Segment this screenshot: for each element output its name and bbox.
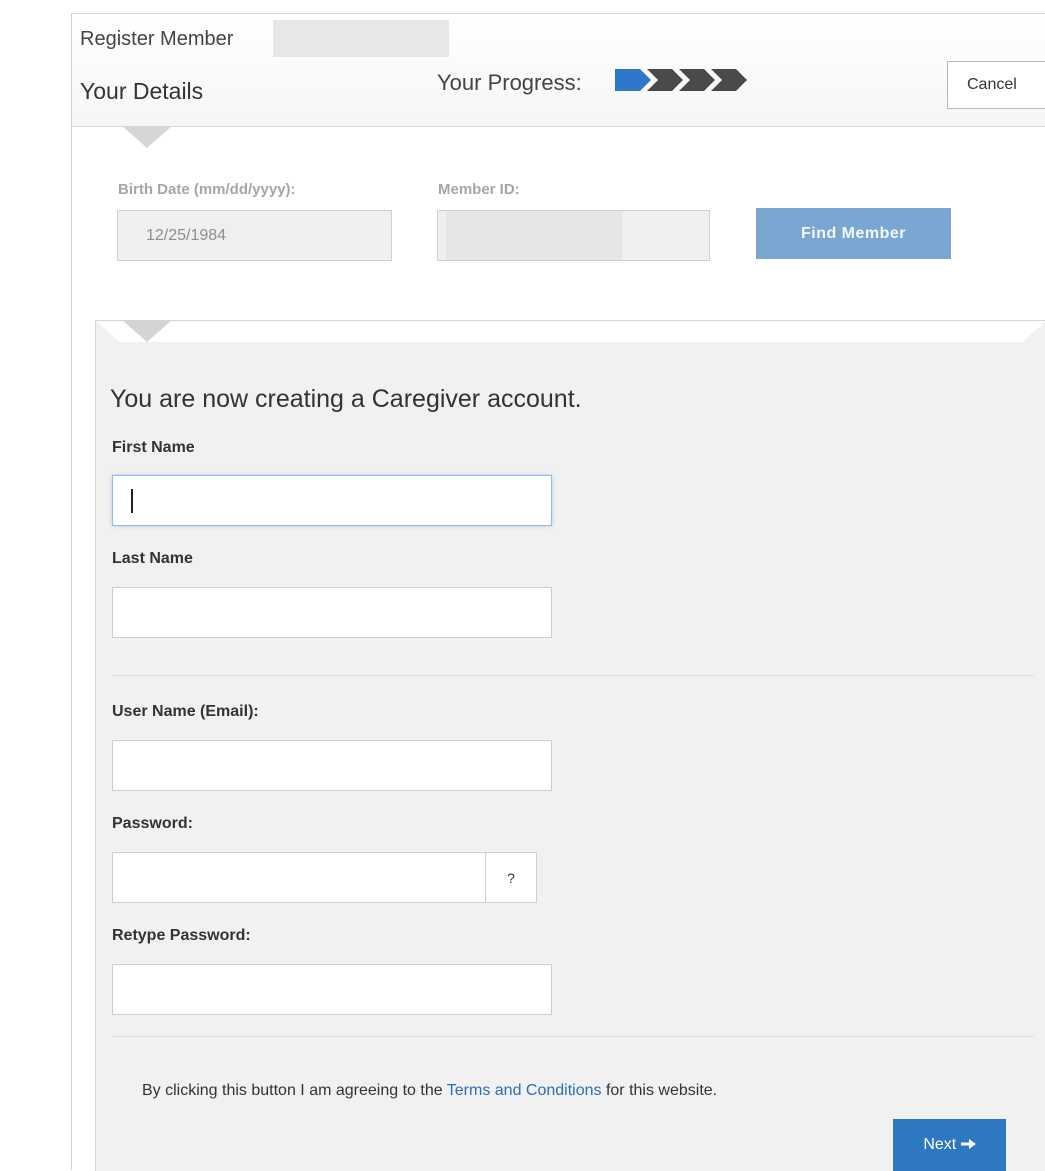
cancel-button[interactable]: Cancel [947,61,1045,109]
caregiver-form-section: You are now creating a Caregiver account… [95,320,1045,1171]
next-label: Next [923,1136,957,1153]
redacted-block [273,20,449,57]
username-input[interactable] [112,740,552,791]
terms-notice: By clicking this button I am agreeing to… [142,1082,717,1100]
first-name-input[interactable] [112,475,552,526]
first-name-label: First Name [112,439,195,456]
header-notch [122,126,172,148]
find-member-button[interactable]: Find Member [756,208,951,259]
username-label: User Name (Email): [112,703,259,720]
progress-label: Your Progress: [437,70,582,95]
next-button[interactable]: Next [893,1119,1006,1171]
retype-password-label: Retype Password: [112,927,251,944]
terms-link[interactable]: Terms and Conditions [447,1082,602,1099]
progress-step-4 [711,69,747,91]
page-title: Register Member [80,28,234,50]
divider [112,1036,1034,1037]
progress-step-2 [647,69,683,91]
progress-step-3 [679,69,715,91]
section-notch [122,320,172,342]
form-heading: You are now creating a Caregiver account… [110,385,582,413]
text-caret [131,489,133,513]
divider [112,675,1034,676]
birth-date-field[interactable]: 12/25/1984 [117,210,392,261]
last-name-label: Last Name [112,550,193,567]
password-label: Password: [112,815,193,832]
password-help-button[interactable]: ? [485,852,537,903]
wizard-header: Register Member Your Details Your Progre… [72,14,1045,127]
last-name-input[interactable] [112,587,552,638]
section-notch-fill [96,321,1045,342]
password-input[interactable] [112,852,486,903]
progress-step-1 [615,69,651,91]
member-id-label: Member ID: [438,181,520,198]
retype-password-input[interactable] [112,964,552,1015]
terms-suffix: for this website. [601,1082,718,1099]
terms-prefix: By clicking this button I am agreeing to… [142,1082,447,1099]
redacted-member-id [446,211,622,260]
progress-indicator [615,69,747,91]
arrow-right-icon [960,1139,976,1149]
birth-date-label: Birth Date (mm/dd/yyyy): [118,181,296,198]
step-title: Your Details [80,78,204,104]
member-id-field[interactable] [437,210,710,261]
register-panel: Register Member Your Details Your Progre… [71,13,1045,1171]
